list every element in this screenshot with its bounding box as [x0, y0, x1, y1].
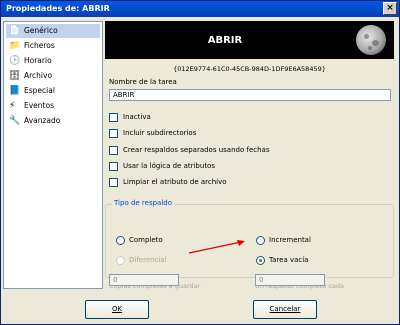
task-guid: {012E9774-61C0-45CB-984D-1DF9E6A58459} — [173, 65, 326, 73]
sidebar-item-label: Genérico — [24, 26, 58, 35]
cancel-button[interactable]: Cancelar — [253, 300, 317, 319]
radio-button — [116, 256, 125, 265]
checkbox[interactable] — [109, 129, 118, 138]
files-icon: 📁 — [9, 41, 21, 51]
events-icon: ⚡ — [9, 101, 16, 111]
radio-button[interactable] — [256, 256, 265, 265]
generic-icon: 📄 — [9, 26, 21, 36]
title-bar[interactable]: Propiedades de: ABRIR × — [1, 1, 399, 17]
radio-button[interactable] — [116, 236, 125, 245]
sidebar-item-horario[interactable]: 🕒 Horario — [6, 54, 100, 68]
checkbox-label: Usar la lógica de atributos — [123, 162, 215, 170]
sidebar-item-avanzado[interactable]: 🔧 Avanzado — [6, 114, 100, 128]
sidebar-item-generico[interactable]: 📄 Genérico — [6, 24, 100, 38]
clock-icon: 🕒 — [9, 56, 21, 66]
checkbox[interactable] — [109, 113, 118, 122]
task-title: ABRIR — [207, 35, 243, 46]
cancel-button-label: Cancelar — [269, 305, 301, 313]
sidebar-item-label: Ficheros — [24, 41, 55, 50]
close-button[interactable]: × — [383, 2, 397, 15]
properties-window: Propiedades de: ABRIR × 📄 Genérico 📁 Fic… — [0, 0, 400, 325]
sidebar-item-archivo[interactable]: 🗄 Archivo — [6, 69, 100, 83]
checkbox[interactable] — [109, 178, 118, 187]
checkbox[interactable] — [109, 146, 118, 155]
sidebar-item-eventos[interactable]: ⚡ Eventos — [6, 99, 100, 113]
advanced-icon: 🔧 — [9, 116, 21, 126]
backup-type-group: Tipo de respaldo Completo Incremental Di… — [105, 199, 394, 278]
main-panel: ABRIR {012E9774-61C0-45CB-984D-1DF9E6A58… — [105, 21, 395, 290]
sidebar-item-label: Avanzado — [24, 116, 61, 125]
sidebar-item-label: Especial — [24, 86, 55, 95]
sidebar-item-label: Archivo — [24, 71, 53, 80]
annotation-arrow-icon — [188, 240, 245, 254]
moon-icon — [356, 25, 386, 55]
checkbox-label: Crear respaldos separados usando fechas — [123, 146, 270, 154]
ok-button-label: OK — [111, 305, 123, 313]
backup-type-legend: Tipo de respaldo — [112, 199, 175, 207]
copies-input: 0 — [109, 274, 179, 286]
checkbox[interactable] — [109, 162, 118, 171]
archive-icon: 🗄 — [9, 71, 21, 81]
ok-button[interactable]: OK — [85, 300, 149, 319]
sidebar-item-ficheros[interactable]: 📁 Ficheros — [6, 39, 100, 53]
radio-button[interactable] — [256, 236, 265, 245]
radio-label: Diferencial — [129, 256, 167, 264]
checkbox-label: Inactiva — [123, 113, 151, 121]
sidebar: 📄 Genérico 📁 Ficheros 🕒 Horario 🗄 Archiv… — [3, 21, 103, 289]
radio-label: Tarea vacía — [269, 256, 309, 264]
sidebar-item-label: Eventos — [24, 101, 54, 110]
radio-label: Completo — [129, 236, 163, 244]
special-icon: 📘 — [9, 86, 21, 96]
task-name-input[interactable]: ABRIR — [109, 89, 391, 101]
checkbox-label: Limpiar el atributo de archivo — [123, 178, 227, 186]
sidebar-item-especial[interactable]: 📘 Especial — [6, 84, 100, 98]
task-name-label: Nombre de la tarea — [109, 78, 177, 86]
sidebar-item-label: Horario — [24, 56, 52, 65]
checkbox-label: Incluir subdirectorios — [123, 129, 197, 137]
radio-label: Incremental — [269, 236, 311, 244]
full-each-input: 0 — [255, 274, 325, 286]
window-title: Propiedades de: ABRIR — [6, 4, 110, 13]
task-header: ABRIR — [105, 21, 394, 59]
